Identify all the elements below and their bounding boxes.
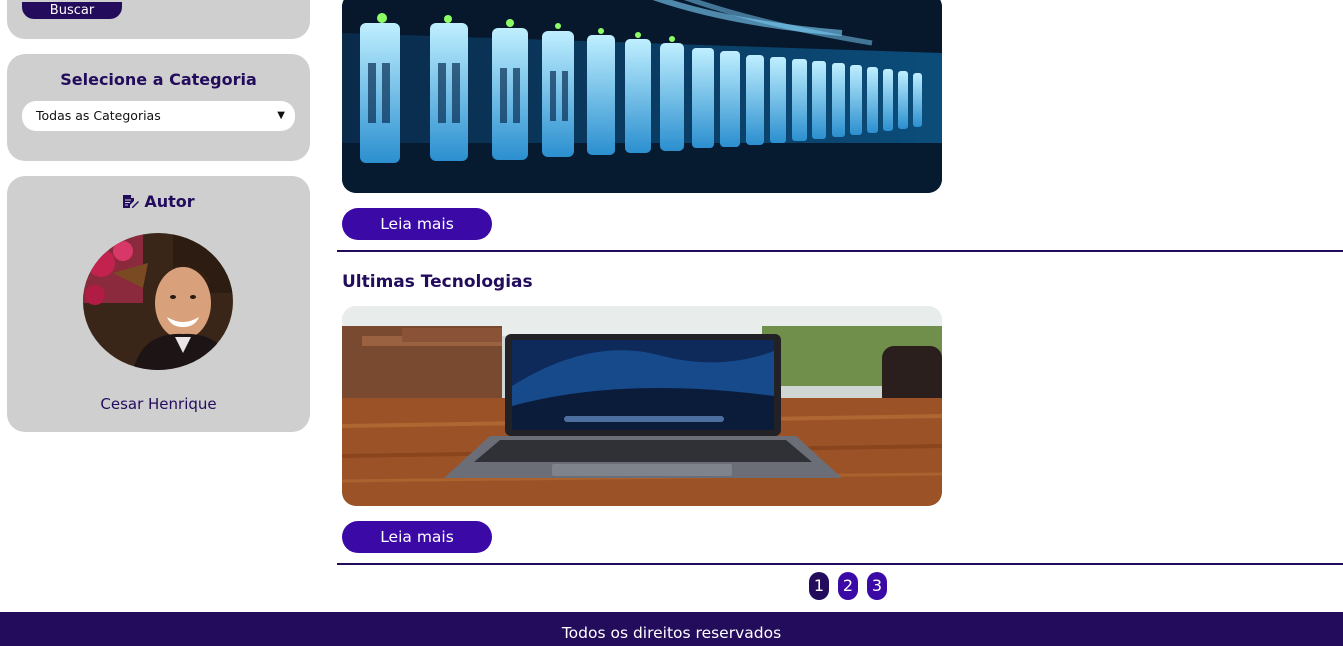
category-select[interactable]: Todas as Categorias ▼	[22, 101, 295, 131]
author-card: Autor Cesar Henrique	[7, 176, 310, 432]
category-select-value: Todas as Categorias	[36, 108, 161, 123]
main-content: Leia mais Ultimas Tecnologias Leia mais …	[337, 0, 1343, 612]
category-title: Selecione a Categoria	[60, 70, 257, 89]
avatar	[83, 233, 233, 370]
page-2-button[interactable]: 2	[838, 572, 858, 600]
footer-text: Todos os direitos reservados	[561, 624, 782, 642]
page-1-button[interactable]: 1	[809, 572, 829, 600]
page: Buscar Selecione a Categoria Todas as Ca…	[0, 0, 1343, 646]
post-title[interactable]: Ultimas Tecnologias	[342, 272, 533, 292]
author-title: Autor	[144, 192, 195, 211]
post-divider	[337, 563, 1343, 565]
category-card: Selecione a Categoria Todas as Categoria…	[7, 54, 310, 161]
chevron-down-icon: ▼	[277, 110, 285, 121]
read-more-button[interactable]: Leia mais	[342, 208, 492, 240]
page-3-button[interactable]: 3	[867, 572, 887, 600]
author-name: Cesar Henrique	[100, 395, 217, 413]
post-image[interactable]	[342, 0, 942, 193]
search-button[interactable]: Buscar	[22, 2, 122, 19]
edit-document-icon	[123, 195, 140, 208]
read-more-button[interactable]: Leia mais	[342, 521, 492, 553]
author-heading: Autor	[7, 192, 310, 211]
post-divider	[337, 250, 1343, 252]
search-card: Buscar	[7, 0, 310, 39]
post-image[interactable]	[342, 306, 942, 506]
footer: Todos os direitos reservados	[0, 612, 1343, 646]
